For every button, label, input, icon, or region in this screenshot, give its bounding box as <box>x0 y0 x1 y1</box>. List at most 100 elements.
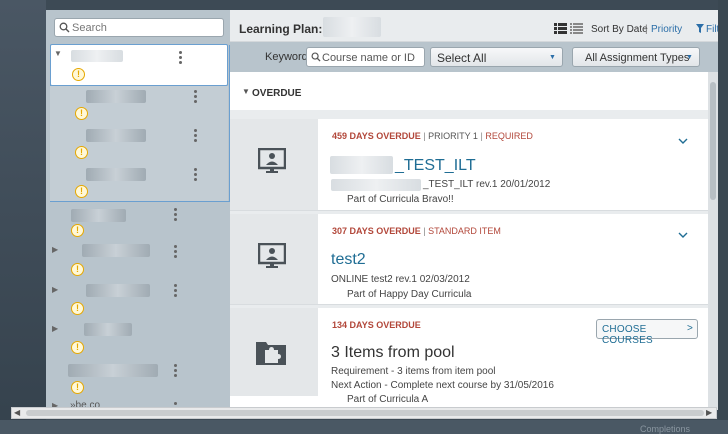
kebab-menu-icon[interactable] <box>174 364 178 378</box>
item-type-label: STANDARD ITEM <box>428 226 501 236</box>
section-title: OVERDUE <box>252 88 302 99</box>
chevron-down-icon[interactable] <box>676 228 690 242</box>
warning-icon: ! <box>75 107 88 120</box>
desktop-background-bottom <box>0 420 728 434</box>
sort-separator: | <box>645 24 648 35</box>
pool-thumbnail <box>230 308 318 396</box>
requirement-text: Requirement - 3 items from item pool <box>331 366 496 377</box>
background-partial-text: Completions <box>640 424 691 434</box>
redacted-subtitle-prefix <box>331 179 421 191</box>
warning-icon: ! <box>75 185 88 198</box>
sort-by-priority[interactable]: Priority <box>651 24 682 35</box>
kebab-menu-icon[interactable] <box>194 168 198 182</box>
collapsed-triangle-icon[interactable]: ▶ <box>52 324 58 333</box>
learning-item-card[interactable]: 134 DAYS OVERDUE CHOOSE COURSES > 3 Item… <box>230 308 708 410</box>
required-label: REQUIRED <box>485 131 533 141</box>
assignment-types-dropdown[interactable]: All Assignment Types ▼ <box>572 47 700 67</box>
course-thumbnail <box>230 119 318 210</box>
redacted-subitem-name <box>86 129 146 142</box>
item-part-of: Part of Happy Day Curricula <box>347 289 472 300</box>
item-title-link[interactable]: _TEST_ILT <box>395 157 476 175</box>
choose-courses-button[interactable]: CHOOSE COURSES > <box>596 319 698 346</box>
learning-item-card[interactable]: 307 DAYS OVERDUE | STANDARD ITEM test2 O… <box>230 214 708 305</box>
list-view-icon[interactable] <box>554 23 567 34</box>
scroll-right-arrow-icon[interactable]: ▶ <box>706 408 712 417</box>
learning-item-card[interactable]: 459 DAYS OVERDUE | PRIORITY 1 | REQUIRED… <box>230 119 708 211</box>
chevron-right-icon: > <box>687 323 693 334</box>
meta-separator: | <box>423 131 426 141</box>
overdue-label: 459 DAYS OVERDUE <box>332 131 421 141</box>
learning-items-list: ▼ OVERDUE 459 DAYS OVERDUE | PRIORITY 1 … <box>230 72 718 410</box>
sidebar-item[interactable]: ! <box>46 360 230 398</box>
priority-label: PRIORITY 1 <box>428 131 478 141</box>
item-subtitle: ONLINE test2 rev.1 02/03/2012 <box>331 274 470 285</box>
redacted-plan-name <box>84 323 132 336</box>
filter-bar: Keyword Course name or ID Select All ▼ A… <box>230 42 718 72</box>
next-action-text: Next Action - Complete next course by 31… <box>331 380 554 391</box>
kebab-menu-icon[interactable] <box>174 284 178 298</box>
collapsed-triangle-icon[interactable]: ▶ <box>52 285 58 294</box>
warning-icon: ! <box>71 224 84 237</box>
redacted-title-prefix <box>330 156 393 174</box>
sidebar-item[interactable]: ▶ ! <box>46 280 230 318</box>
kebab-menu-icon[interactable] <box>174 245 178 259</box>
course-thumbnail <box>230 214 318 304</box>
chevron-down-icon: ▼ <box>549 54 556 61</box>
warning-icon: ! <box>75 146 88 159</box>
kebab-menu-icon[interactable] <box>174 208 178 222</box>
learning-plan-window: Search ▼ ! ! ! ! ! ▶ ! ▶ ! ▶ ! ! ▶ »be.c… <box>46 10 718 410</box>
filter-icon[interactable] <box>696 24 704 33</box>
sort-by-date[interactable]: Sort By Date <box>591 24 648 35</box>
sidebar-item[interactable]: ! <box>46 204 230 240</box>
sidebar-item[interactable]: ▶ ! <box>46 320 230 358</box>
monitor-person-icon <box>258 243 286 268</box>
item-meta: 459 DAYS OVERDUE | PRIORITY 1 | REQUIRED <box>332 131 533 141</box>
kebab-menu-icon[interactable] <box>194 129 198 143</box>
keyword-label: Keyword <box>265 51 308 63</box>
page-title: Learning Plan: <box>239 22 323 36</box>
chevron-down-icon: ▼ <box>686 54 693 61</box>
sidebar-subitem[interactable]: ! <box>50 164 228 201</box>
desktop-background-right <box>718 0 728 434</box>
sidebar: Search ▼ ! ! ! ! ! ▶ ! ▶ ! ▶ ! ! ▶ »be.c… <box>46 10 230 410</box>
item-title[interactable]: 3 Items from pool <box>331 344 455 362</box>
sidebar-search-input[interactable]: Search <box>54 18 224 37</box>
redacted-plan-name <box>82 244 150 257</box>
warning-icon: ! <box>71 341 84 354</box>
select-all-value: Select All <box>437 51 487 65</box>
desktop-background-left <box>0 0 46 434</box>
item-title-link[interactable]: test2 <box>331 251 366 269</box>
item-meta: 307 DAYS OVERDUE | STANDARD ITEM <box>332 226 501 236</box>
compact-list-view-icon[interactable] <box>570 23 583 34</box>
redacted-subitem-name <box>86 168 146 181</box>
redacted-subitem-name <box>86 90 146 103</box>
keyword-input[interactable]: Course name or ID <box>306 47 425 67</box>
kebab-menu-icon[interactable] <box>194 90 198 104</box>
vertical-scrollbar-thumb[interactable] <box>710 82 716 200</box>
horizontal-scrollbar-thumb[interactable] <box>26 410 704 416</box>
item-meta: 134 DAYS OVERDUE <box>332 320 421 330</box>
search-icon <box>59 22 70 33</box>
scroll-left-arrow-icon[interactable]: ◀ <box>14 408 20 417</box>
warning-icon: ! <box>71 263 84 276</box>
horizontal-scrollbar[interactable]: ◀ ▶ <box>11 407 717 419</box>
chevron-down-icon[interactable] <box>676 134 690 148</box>
expanded-triangle-icon[interactable]: ▼ <box>242 87 250 96</box>
redacted-plan-name <box>71 209 126 222</box>
meta-separator: | <box>423 226 426 236</box>
sidebar-subitem[interactable]: ! <box>50 86 228 125</box>
assignment-types-value: All Assignment Types <box>585 52 690 64</box>
select-all-dropdown[interactable]: Select All ▼ <box>430 47 563 67</box>
redacted-plan-name <box>68 364 158 377</box>
sidebar-item[interactable]: ▶ ! <box>46 241 230 279</box>
redacted-plan-title <box>323 17 381 37</box>
warning-icon: ! <box>71 302 84 315</box>
redacted-plan-name <box>86 284 150 297</box>
collapsed-triangle-icon[interactable]: ▶ <box>52 245 58 254</box>
meta-separator: | <box>480 131 483 141</box>
folder-puzzle-icon <box>256 342 286 365</box>
sidebar-subitem[interactable]: ! <box>50 125 228 164</box>
filter-button[interactable]: Filter <box>706 24 718 35</box>
keyword-placeholder: Course name or ID <box>322 52 415 64</box>
overdue-section-header[interactable]: ▼ OVERDUE <box>230 72 708 110</box>
